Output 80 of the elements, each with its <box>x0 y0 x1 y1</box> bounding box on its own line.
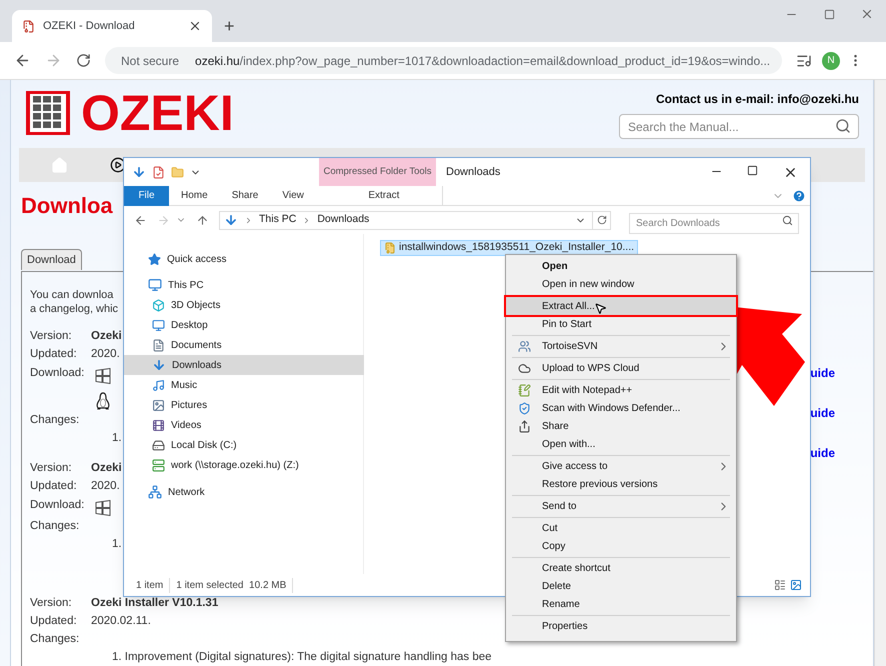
menu-item[interactable]: Properties <box>506 617 736 635</box>
nav-pane-item[interactable]: Local Disk (C:) <box>124 435 364 455</box>
field-label: Download: <box>30 366 86 381</box>
menu-item[interactable]: Open in new window <box>506 275 736 293</box>
menu-item[interactable]: Edit with Notepad++ <box>506 381 736 399</box>
menu-item[interactable]: Pin to Start <box>506 315 736 333</box>
address-field[interactable]: This PC Downloads <box>219 210 611 230</box>
ribbon-tab[interactable]: Home <box>169 186 220 206</box>
new-tab-button[interactable]: + <box>224 17 235 35</box>
address-bar[interactable]: Not secure ozeki.hu/index.php?ow_page_number=1017&downloadaction=email&download_product_id=19&os=windo... <box>105 47 782 74</box>
menu-item[interactable]: Open <box>506 257 736 275</box>
menu-item[interactable]: Rename <box>506 595 736 613</box>
nav-pane-item[interactable]: Music <box>124 375 364 395</box>
change-item: 1. Improvement (Digital signatures): The digital signature handling has bee <box>112 650 492 666</box>
change-item: 1. <box>112 431 122 446</box>
field-label: Version: <box>30 461 73 476</box>
content-tab[interactable]: Download <box>21 249 82 270</box>
nav-pane-item[interactable]: This PC <box>124 275 364 295</box>
version-name: Ozeki <box>91 329 122 344</box>
nav-pane-item[interactable]: Network <box>124 482 364 502</box>
menu-item[interactable]: Create shortcut <box>506 559 736 577</box>
version-name: Ozeki <box>91 461 122 476</box>
field-label: Download: <box>30 498 86 513</box>
field-label: Changes: <box>30 519 80 534</box>
ribbon-tab[interactable]: Extract <box>326 186 443 206</box>
menu-item[interactable]: Open with... <box>506 435 736 453</box>
page-heading: Downloa <box>21 193 113 218</box>
menu-item[interactable]: Send to <box>506 497 736 515</box>
intro-text: a changelog, whic <box>30 302 118 316</box>
update-date: 2020. <box>91 347 120 362</box>
update-date: 2020. <box>91 479 120 494</box>
contact-text: Contact us in e-mail: info@ozeki.hu <box>656 91 859 108</box>
ribbon-tab[interactable]: View <box>270 186 316 206</box>
menu-item[interactable]: Scan with Windows Defender... <box>506 399 736 417</box>
security-label: Not secure <box>121 52 180 70</box>
menu-item[interactable]: Share <box>506 417 736 435</box>
menu-item[interactable]: Cut <box>506 519 736 537</box>
browser-tab[interactable]: OZEKI - Download <box>12 10 212 42</box>
ribbon-tab[interactable]: File <box>124 186 169 206</box>
ribbon-tab[interactable]: Share <box>220 186 270 206</box>
menu-item[interactable]: Delete <box>506 577 736 595</box>
menu-item[interactable]: Extract All... <box>506 297 736 315</box>
menu-item[interactable]: Upload to WPS Cloud <box>506 359 736 377</box>
guide-link[interactable]: uide <box>810 446 835 460</box>
field-label: Updated: <box>30 479 78 494</box>
nav-pane-item[interactable]: Quick access <box>124 249 364 269</box>
file-item[interactable]: installwindows_1581935511_Ozeki_Installer_10.... <box>380 240 638 256</box>
nav-pane-item[interactable]: Downloads <box>124 355 364 375</box>
breadcrumb-item[interactable]: Downloads <box>317 212 370 228</box>
site-logo-text: OZEKI <box>81 90 234 143</box>
nav-pane-item[interactable]: Videos <box>124 415 364 435</box>
nav-pane-item[interactable]: Desktop <box>124 315 364 335</box>
nav-pane-item[interactable]: Documents <box>124 335 364 355</box>
change-item: 1. <box>112 537 122 552</box>
nav-pane-item[interactable]: Pictures <box>124 395 364 415</box>
guide-link[interactable]: uide <box>810 366 835 380</box>
menu-item[interactable]: Copy <box>506 537 736 555</box>
version-name: Ozeki Installer V10.1.31 <box>91 596 218 612</box>
field-label: Version: <box>30 329 73 344</box>
context-tab-header: Compressed Folder Tools <box>319 158 436 186</box>
status-text: 1 item <box>136 578 164 592</box>
menu-item[interactable]: Restore previous versions <box>506 475 736 493</box>
url-text: ozeki.hu/index.php?ow_page_number=1017&downloadaction=email&download_product_id=19&os=windo... <box>195 52 770 70</box>
intro-text: You can downloa <box>30 288 114 302</box>
field-label: Updated: <box>30 614 78 630</box>
menu-item[interactable]: Give access to <box>506 457 736 475</box>
field-label: Changes: <box>30 413 80 428</box>
field-label: Changes: <box>30 632 80 648</box>
field-label: Updated: <box>30 347 78 362</box>
field-label: Version: <box>30 596 73 612</box>
breadcrumb-item[interactable]: This PC <box>259 212 296 228</box>
status-text: 1 item selected 10.2 MB <box>169 578 294 592</box>
menu-item[interactable]: TortoiseSVN <box>506 337 736 355</box>
search-field[interactable]: Search Downloads <box>629 212 799 234</box>
update-date: 2020.02.11. <box>91 614 151 630</box>
nav-pane-item[interactable]: work (\\storage.ozeki.hu) (Z:) <box>124 455 364 475</box>
guide-link[interactable]: uide <box>810 406 835 420</box>
search-field[interactable]: Search the Manual... <box>619 114 859 139</box>
nav-pane-item[interactable]: 3D Objects <box>124 295 364 315</box>
window-title: Downloads <box>446 164 500 180</box>
